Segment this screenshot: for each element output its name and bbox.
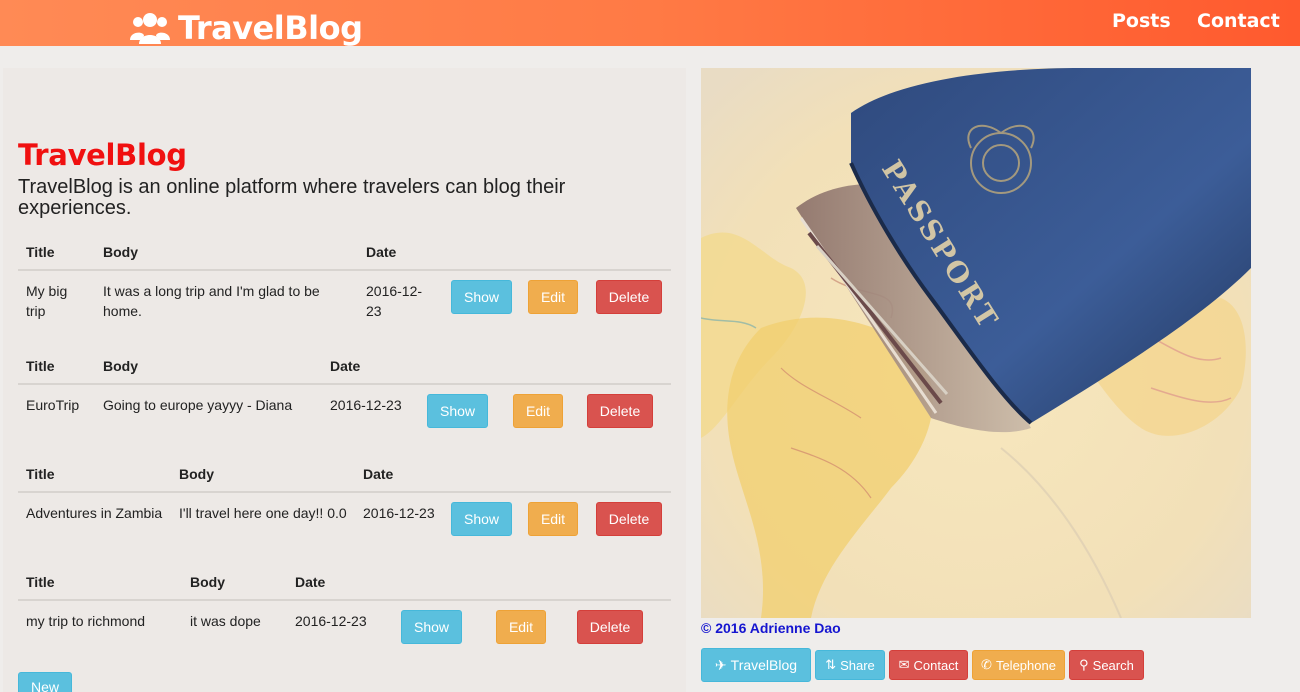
footer-travelblog-label: TravelBlog [730, 657, 798, 673]
column-header-body: Body [171, 456, 355, 493]
brand-link[interactable]: TravelBlog [130, 8, 363, 48]
footer-contact-button[interactable]: ✉ Contact [889, 650, 968, 680]
show-button[interactable]: Show [451, 502, 512, 536]
post-table: Title Body Date My big trip It was a lon… [18, 234, 671, 321]
show-button[interactable]: Show [401, 610, 462, 644]
delete-button[interactable]: Delete [577, 610, 643, 644]
post-date: 2016-12-23 [295, 613, 367, 629]
column-header-body: Body [182, 564, 287, 601]
footer-search-button[interactable]: ⚲ Search [1069, 650, 1144, 680]
post-date: 2016-12-23 [363, 505, 435, 521]
footer-share-button[interactable]: ⇅ Share [815, 650, 885, 680]
post-table: Title Body Date my trip to richmond it w… [18, 564, 671, 644]
show-button[interactable]: Show [451, 280, 512, 314]
edit-button[interactable]: Edit [496, 610, 546, 644]
plane-icon: ✈ [714, 656, 727, 673]
delete-button[interactable]: Delete [596, 502, 662, 536]
footer-contact-label: Contact [913, 657, 959, 673]
footer-share-label: Share [840, 657, 875, 673]
brand-name: TravelBlog [178, 9, 363, 47]
table-row: My big trip It was a long trip and I'm g… [18, 270, 671, 321]
delete-button[interactable]: Delete [596, 280, 662, 314]
post-date: 2016-12-23 [330, 397, 402, 413]
post-body: It was a long trip and I'm glad to be ho… [103, 283, 320, 319]
post-table: Title Body Date Adventures in Zambia I'l… [18, 456, 671, 536]
post-title: Adventures in Zambia [26, 505, 163, 521]
nav-posts-link[interactable]: Posts [1112, 10, 1171, 32]
column-header-body: Body [95, 348, 322, 385]
show-button[interactable]: Show [427, 394, 488, 428]
column-header-date: Date [358, 234, 443, 271]
footer-travelblog-button[interactable]: ✈ TravelBlog [701, 648, 811, 682]
table-row: my trip to richmond it was dope 2016-12-… [18, 600, 671, 644]
envelope-icon: ✉ [898, 657, 910, 672]
hero-image-passport: PASSPORT [701, 68, 1251, 618]
post-title: My big trip [26, 283, 68, 319]
column-header-date: Date [322, 348, 419, 385]
nav-contact-link[interactable]: Contact [1197, 10, 1280, 32]
table-row: EuroTrip Going to europe yayyy - Diana 2… [18, 384, 671, 428]
post-body: it was dope [190, 613, 261, 629]
phone-icon: ✆ [981, 657, 992, 672]
users-icon [130, 10, 170, 46]
top-navbar: TravelBlog Posts Contact [0, 0, 1300, 46]
post-title: my trip to richmond [26, 613, 146, 629]
page-title: TravelBlog [18, 138, 187, 172]
new-post-button[interactable]: New [18, 672, 72, 692]
copyright-text: © 2016 Adrienne Dao [701, 620, 841, 636]
column-header-body: Body [95, 234, 358, 271]
footer-button-group: ✈ TravelBlog ⇅ Share ✉ Contact ✆ Telepho… [701, 648, 1144, 682]
post-title: EuroTrip [26, 397, 80, 413]
table-row: Adventures in Zambia I'll travel here on… [18, 492, 671, 536]
column-header-date: Date [355, 456, 443, 493]
search-icon: ⚲ [1079, 657, 1089, 672]
post-body: I'll travel here one day!! 0.0 [179, 505, 347, 521]
column-header-title: Title [18, 234, 95, 271]
post-body: Going to europe yayyy - Diana [103, 397, 293, 413]
posts-panel: TravelBlog TravelBlog is an online platf… [3, 68, 686, 692]
column-header-title: Title [18, 456, 171, 493]
intro-text: TravelBlog is an online platform where t… [18, 176, 566, 219]
column-header-date: Date [287, 564, 393, 601]
post-table: Title Body Date EuroTrip Going to europe… [18, 348, 671, 428]
edit-button[interactable]: Edit [528, 280, 578, 314]
footer-search-label: Search [1092, 657, 1134, 673]
column-header-title: Title [18, 564, 182, 601]
retweet-icon: ⇅ [825, 657, 837, 672]
delete-button[interactable]: Delete [587, 394, 653, 428]
column-header-title: Title [18, 348, 95, 385]
post-date: 2016-12-23 [366, 283, 423, 319]
footer-telephone-button[interactable]: ✆ Telephone [972, 650, 1065, 680]
edit-button[interactable]: Edit [513, 394, 563, 428]
edit-button[interactable]: Edit [528, 502, 578, 536]
footer-telephone-label: Telephone [995, 657, 1056, 673]
